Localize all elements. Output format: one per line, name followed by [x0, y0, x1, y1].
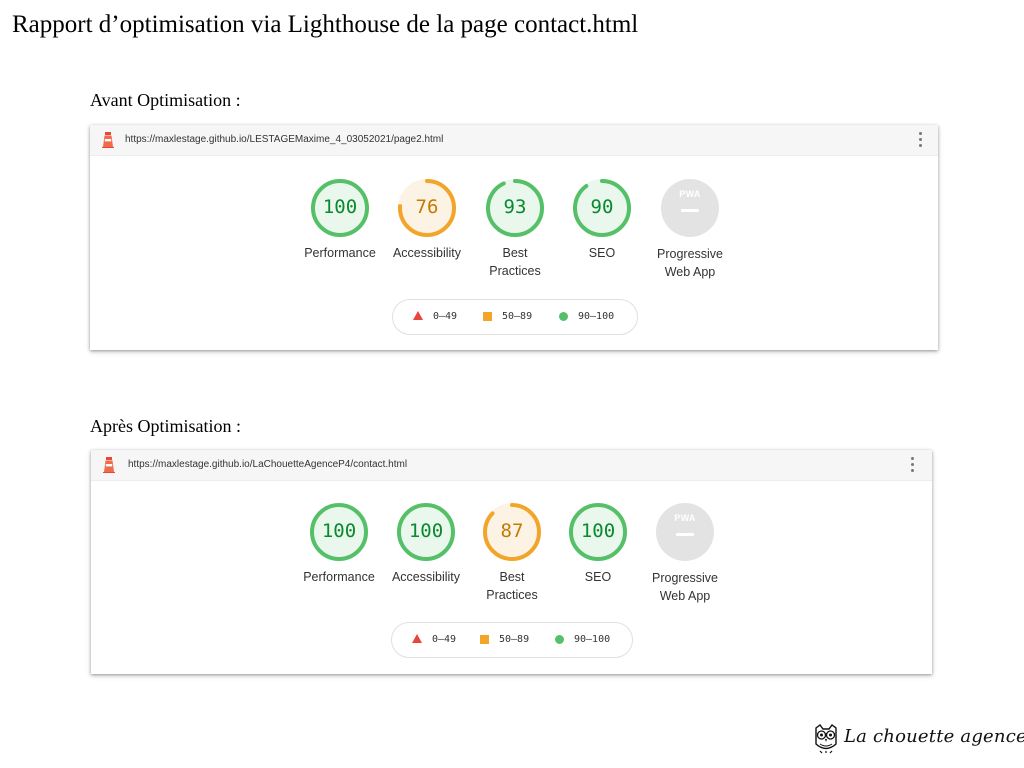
gauge-score: 93 [503, 196, 527, 218]
pwa-badge-text: PWA [674, 513, 696, 523]
gauge-accessibility[interactable]: 76 Accessibility [393, 178, 461, 260]
legend-average: 50–89 [480, 633, 529, 647]
legend-average: 50–89 [483, 310, 532, 324]
gauge-label: Accessibility [392, 246, 462, 260]
gauge-accessibility[interactable]: 100 Accessibility [392, 502, 460, 584]
report-topbar: https://maxlestage.github.io/LESTAGEMaxi… [90, 125, 938, 156]
gauge-score: 100 [408, 520, 444, 542]
pwa-badge[interactable]: PWA [661, 179, 719, 237]
owl-icon [815, 724, 837, 754]
report-url[interactable]: https://maxlestage.github.io/LESTAGEMaxi… [125, 134, 443, 145]
more-menu-icon[interactable] [918, 132, 922, 148]
lighthouse-icon [102, 132, 114, 148]
legend-pass: 90–100 [559, 310, 614, 324]
report-topbar: https://maxlestage.github.io/LaChouetteA… [91, 450, 932, 481]
report-url[interactable]: https://maxlestage.github.io/LaChouetteA… [128, 459, 407, 470]
triangle-icon [412, 633, 422, 643]
gauge-label: Best Practices [486, 570, 538, 602]
page-title: Rapport d’optimisation via Lighthouse de… [12, 11, 639, 38]
gauge-label: Accessibility [391, 570, 461, 584]
score-legend: 0–49 50–89 90–100 [391, 622, 633, 658]
lighthouse-icon [103, 457, 115, 473]
gauge-seo[interactable]: 100 SEO [568, 502, 628, 584]
gauge-seo[interactable]: 90 SEO [572, 178, 632, 260]
gauge-score: 90 [590, 196, 614, 218]
gauge-score: 100 [580, 520, 616, 542]
gauge-label: SEO [584, 570, 612, 584]
triangle-icon [413, 310, 423, 320]
gauge-score: 87 [500, 520, 524, 542]
section-label-after: Après Optimisation : [90, 416, 241, 436]
pwa-dash-icon [681, 209, 699, 212]
legend-fail: 0–49 [412, 633, 456, 647]
score-legend: 0–49 50–89 90–100 [392, 299, 638, 335]
more-menu-icon[interactable] [910, 457, 914, 473]
pwa-label: Progressive Web App [657, 247, 723, 279]
gauge-performance[interactable]: 100 Performance [303, 502, 375, 584]
pwa-dash-icon [676, 533, 694, 536]
circle-icon [555, 634, 564, 644]
gauge-score: 76 [415, 196, 439, 218]
pwa-badge-text: PWA [679, 189, 701, 199]
gauge-best-practices[interactable]: 93 Best Practices [485, 178, 545, 278]
lighthouse-report-before: https://maxlestage.github.io/LESTAGEMaxi… [90, 125, 938, 350]
gauge-score: 100 [321, 520, 357, 542]
gauge-label: Best Practices [489, 246, 541, 278]
legend-fail: 0–49 [413, 310, 457, 324]
gauge-best-practices[interactable]: 87 Best Practices [482, 502, 542, 602]
square-icon [483, 311, 492, 321]
brand-name: La chouette agence [844, 726, 1024, 747]
gauge-performance[interactable]: 100 Performance [304, 178, 376, 260]
gauge-score: 100 [322, 196, 358, 218]
legend-pass: 90–100 [555, 633, 610, 647]
pwa-label: Progressive Web App [652, 571, 718, 603]
pwa-badge[interactable]: PWA [656, 503, 714, 561]
square-icon [480, 634, 489, 644]
circle-icon [559, 311, 568, 321]
gauge-label: SEO [588, 246, 616, 260]
lighthouse-report-after: https://maxlestage.github.io/LaChouetteA… [91, 450, 932, 674]
section-label-before: Avant Optimisation : [90, 90, 241, 110]
